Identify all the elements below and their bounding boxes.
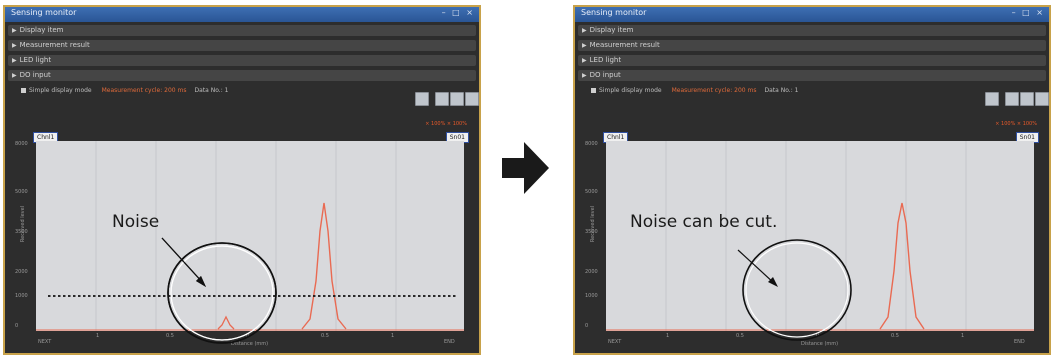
options-row: Simple display mode Measurement cycle: 20… — [591, 87, 798, 94]
noise-peak — [217, 315, 235, 330]
x-axis-label: Distance (mm) — [801, 341, 839, 347]
sensing-monitor-window-before: Sensing monitor – □ × ▶ Display item ▶ Mea… — [3, 5, 481, 355]
simple-display-checkbox[interactable] — [591, 88, 596, 93]
noise-label: Noise — [112, 212, 160, 232]
waveform-plot[interactable] — [606, 141, 1034, 331]
x-tick: 0 — [246, 333, 250, 339]
zoom-out-button[interactable] — [1020, 92, 1034, 106]
x-tick: 0.5 — [891, 333, 899, 339]
y-axis: 8000 5000 3500 2000 1000 0 Received leve… — [583, 141, 605, 331]
waveform-svg — [606, 141, 1034, 331]
expand-triangle-icon: ▶ — [12, 57, 17, 64]
y-tick: 2000 — [15, 269, 28, 275]
zoom-out-button[interactable] — [450, 92, 464, 106]
data-number: Data No.: 1 — [764, 87, 799, 94]
x-tick: END — [444, 339, 455, 345]
y-tick: 1000 — [15, 293, 28, 299]
zoom-level: × 100% × 100% — [425, 121, 467, 127]
zoom-in-button[interactable] — [435, 92, 449, 106]
y-tick: 0 — [15, 323, 19, 329]
section-do-input[interactable]: ▶ DO input — [8, 70, 476, 81]
window-title: Sensing monitor — [11, 8, 77, 17]
window-control-buttons[interactable]: – □ × — [442, 8, 475, 17]
signal-peak — [301, 202, 347, 330]
section-display-item[interactable]: ▶ Display item — [8, 25, 476, 36]
x-axis: NEXT 1 0.5 0 0.5 1 END Distance (mm) — [606, 333, 1034, 349]
x-tick: NEXT — [38, 339, 52, 345]
waveform-svg — [36, 141, 464, 331]
section-led-light[interactable]: ▶ LED light — [578, 55, 1046, 66]
expand-triangle-icon: ▶ — [12, 42, 17, 49]
y-tick: 8000 — [15, 141, 28, 147]
signal-peak — [879, 202, 925, 330]
x-axis-label: Distance (mm) — [231, 341, 269, 347]
simple-display-checkbox[interactable] — [21, 88, 26, 93]
x-tick: 0.5 — [166, 333, 174, 339]
title-bar[interactable]: Sensing monitor – □ × — [5, 7, 479, 22]
y-tick: 1000 — [585, 293, 598, 299]
y-tick: 5000 — [585, 189, 598, 195]
sensing-monitor-window-after: Sensing monitor – □ × ▶ Display item ▶ Mea… — [573, 5, 1051, 355]
y-tick: 0 — [585, 323, 589, 329]
y-tick: 8000 — [585, 141, 598, 147]
x-tick: 0.5 — [321, 333, 329, 339]
zoom-in-button[interactable] — [1005, 92, 1019, 106]
x-tick: NEXT — [608, 339, 622, 345]
title-bar[interactable]: Sensing monitor – □ × — [575, 7, 1049, 22]
section-display-item[interactable]: ▶ Display item — [578, 25, 1046, 36]
expand-triangle-icon: ▶ — [582, 27, 587, 34]
noise-cut-label: Noise can be cut. — [630, 212, 778, 232]
section-led-light[interactable]: ▶ LED light — [8, 55, 476, 66]
camera-button[interactable] — [415, 92, 429, 106]
x-axis: NEXT 1 0.5 0 0.5 1 END Distance (mm) — [36, 333, 464, 349]
section-measurement-result[interactable]: ▶ Measurement result — [8, 40, 476, 51]
y-tick: 5000 — [15, 189, 28, 195]
fit-button[interactable] — [1035, 92, 1049, 106]
expand-triangle-icon: ▶ — [582, 72, 587, 79]
section-do-input[interactable]: ▶ DO input — [578, 70, 1046, 81]
y-tick: 2000 — [585, 269, 598, 275]
data-number: Data No.: 1 — [194, 87, 229, 94]
options-row: Simple display mode Measurement cycle: 20… — [21, 87, 228, 94]
expand-triangle-icon: ▶ — [582, 57, 587, 64]
x-tick: END — [1014, 339, 1025, 345]
zoom-level: × 100% × 100% — [995, 121, 1037, 127]
window-control-buttons[interactable]: – □ × — [1012, 8, 1045, 17]
window-title: Sensing monitor — [581, 8, 647, 17]
camera-button[interactable] — [985, 92, 999, 106]
x-tick: 0 — [816, 333, 820, 339]
y-axis: 8000 5000 3500 2000 1000 0 Received leve… — [13, 141, 35, 331]
x-tick: 1 — [961, 333, 965, 339]
y-axis-label: Received level — [590, 205, 597, 243]
y-axis-label: Received level — [20, 205, 27, 243]
x-tick: 1 — [666, 333, 670, 339]
expand-triangle-icon: ▶ — [582, 42, 587, 49]
fit-button[interactable] — [465, 92, 479, 106]
waveform-plot[interactable] — [36, 141, 464, 331]
x-tick: 1 — [96, 333, 100, 339]
expand-triangle-icon: ▶ — [12, 27, 17, 34]
x-tick: 1 — [391, 333, 395, 339]
transition-arrow-icon — [502, 142, 549, 194]
x-tick: 0.5 — [736, 333, 744, 339]
measurement-cycle: Measurement cycle: 200 ms — [101, 87, 187, 94]
measurement-cycle: Measurement cycle: 200 ms — [671, 87, 757, 94]
section-measurement-result[interactable]: ▶ Measurement result — [578, 40, 1046, 51]
expand-triangle-icon: ▶ — [12, 72, 17, 79]
